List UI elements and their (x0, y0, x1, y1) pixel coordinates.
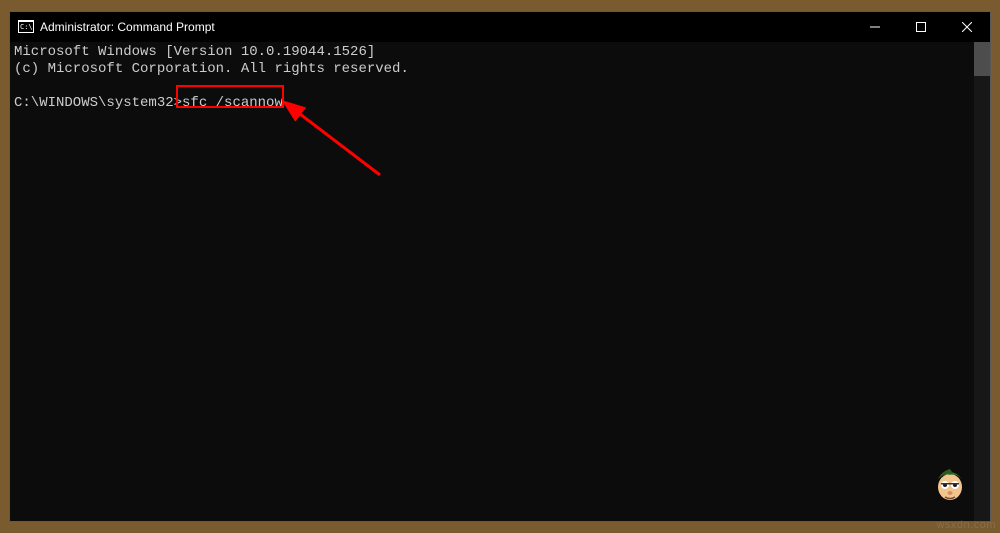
console-prompt: C:\WINDOWS\system32> (14, 95, 182, 111)
window-title: Administrator: Command Prompt (40, 20, 215, 34)
vertical-scrollbar[interactable] (974, 42, 990, 521)
minimize-button[interactable] (852, 12, 898, 42)
scrollbar-thumb[interactable] (974, 42, 990, 76)
console-line: Microsoft Windows [Version 10.0.19044.15… (14, 44, 375, 60)
mascot-icon (930, 463, 970, 503)
console-output[interactable]: Microsoft Windows [Version 10.0.19044.15… (10, 42, 990, 521)
titlebar[interactable]: C:\ Administrator: Command Prompt (10, 12, 990, 42)
console-line: (c) Microsoft Corporation. All rights re… (14, 61, 409, 77)
console-command: sfc /scannow (182, 95, 283, 111)
svg-text:C:\: C:\ (20, 23, 33, 31)
close-button[interactable] (944, 12, 990, 42)
command-prompt-window: C:\ Administrator: Command Prompt Micros… (9, 11, 991, 522)
watermark-text: wsxdn.com (936, 519, 996, 531)
maximize-button[interactable] (898, 12, 944, 42)
cmd-icon: C:\ (18, 19, 34, 35)
